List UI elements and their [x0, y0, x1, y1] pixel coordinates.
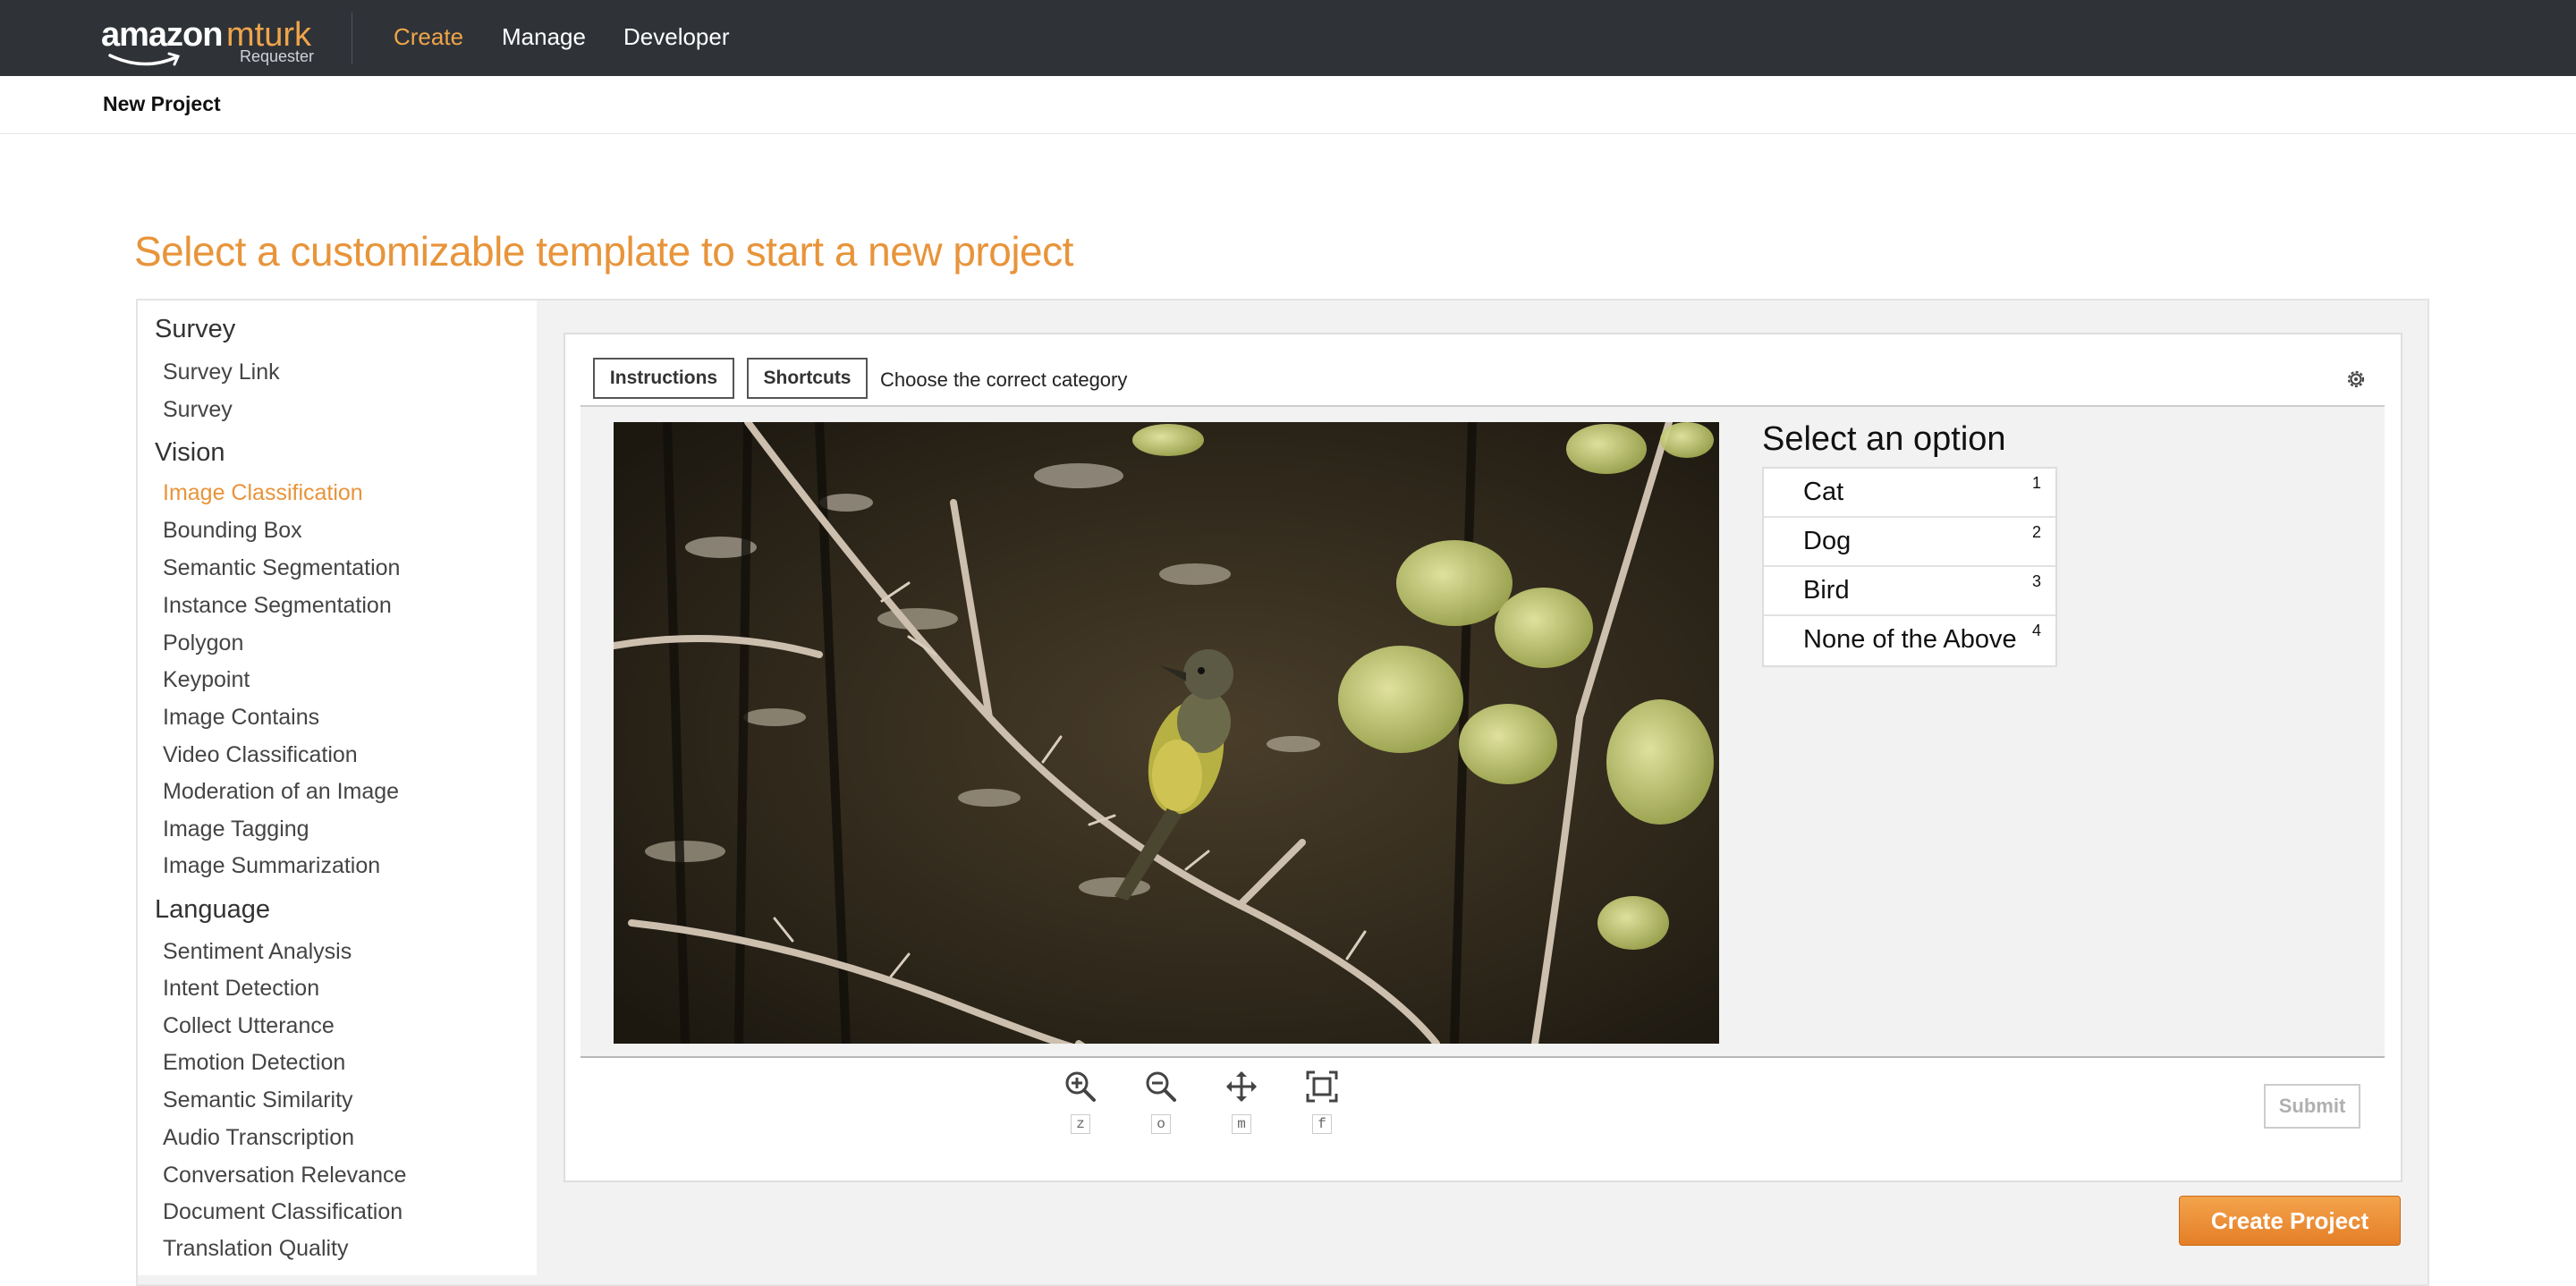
- nav-create[interactable]: Create: [394, 23, 463, 51]
- select-option-title: Select an option: [1762, 420, 2006, 458]
- template-keypoint[interactable]: Keypoint: [163, 667, 250, 693]
- page-title: Select a customizable template to start …: [134, 228, 1073, 275]
- template-translation-quality[interactable]: Translation Quality: [163, 1236, 349, 1262]
- workarea-divider: [580, 1056, 2385, 1058]
- zoom-in-shortcut: z: [1071, 1114, 1090, 1134]
- settings-gear-icon[interactable]: [2343, 367, 2368, 392]
- option-bird[interactable]: Bird 3: [1764, 567, 2055, 616]
- logo-amazon-text: amazon: [101, 16, 223, 54]
- bird-photo: [614, 422, 1719, 1044]
- option-cat[interactable]: Cat 1: [1764, 469, 2055, 518]
- sub-header: New Project: [0, 76, 2576, 134]
- logo-requester-text: Requester: [240, 47, 315, 65]
- template-conversation-relevance[interactable]: Conversation Relevance: [163, 1163, 406, 1189]
- template-survey-link[interactable]: Survey Link: [163, 360, 280, 385]
- template-sentiment-analysis[interactable]: Sentiment Analysis: [163, 939, 352, 965]
- option-list: Cat 1 Dog 2 Bird 3 None of the Above 4: [1762, 467, 2057, 667]
- category-vision: Vision: [155, 438, 225, 467]
- category-language: Language: [155, 895, 271, 924]
- amazon-smile-icon: [108, 52, 181, 66]
- instructions-button[interactable]: Instructions: [593, 358, 734, 399]
- template-moderation-of-an-image[interactable]: Moderation of an Image: [163, 779, 399, 805]
- submit-button[interactable]: Submit: [2264, 1084, 2360, 1129]
- zoom-in-icon[interactable]: [1063, 1069, 1098, 1104]
- option-label: None of the Above: [1803, 625, 2017, 654]
- top-navbar: amazon mturk Requester Create Manage Dev…: [0, 0, 2576, 76]
- option-dog[interactable]: Dog 2: [1764, 518, 2055, 567]
- template-image-tagging[interactable]: Image Tagging: [163, 816, 309, 842]
- nav-manage[interactable]: Manage: [502, 23, 586, 51]
- task-image[interactable]: [614, 422, 1719, 1044]
- category-survey: Survey: [155, 315, 236, 343]
- create-project-button[interactable]: Create Project: [2179, 1196, 2401, 1246]
- mturk-logo[interactable]: amazon mturk Requester: [101, 14, 316, 68]
- option-shortcut-key: 2: [2031, 523, 2041, 541]
- template-survey[interactable]: Survey: [163, 397, 233, 423]
- template-image-classification[interactable]: Image Classification: [163, 480, 363, 506]
- template-document-classification[interactable]: Document Classification: [163, 1199, 402, 1225]
- template-collect-utterance[interactable]: Collect Utterance: [163, 1013, 335, 1039]
- template-audio-transcription[interactable]: Audio Transcription: [163, 1125, 354, 1151]
- nav-developer[interactable]: Developer: [623, 23, 730, 51]
- move-shortcut: m: [1232, 1114, 1251, 1134]
- move-icon[interactable]: [1224, 1069, 1259, 1104]
- template-semantic-similarity[interactable]: Semantic Similarity: [163, 1087, 353, 1113]
- option-label: Cat: [1803, 478, 1844, 506]
- option-shortcut-key: 1: [2031, 474, 2041, 492]
- zoom-out-shortcut: o: [1151, 1114, 1171, 1134]
- option-label: Bird: [1803, 576, 1850, 605]
- shortcuts-button[interactable]: Shortcuts: [747, 358, 868, 399]
- fit-screen-icon[interactable]: [1304, 1069, 1340, 1104]
- template-polygon[interactable]: Polygon: [163, 630, 243, 656]
- zoom-out-icon[interactable]: [1143, 1069, 1179, 1104]
- option-label: Dog: [1803, 527, 1852, 555]
- template-intent-detection[interactable]: Intent Detection: [163, 976, 319, 1002]
- template-emotion-detection[interactable]: Emotion Detection: [163, 1050, 345, 1076]
- option-shortcut-key: 3: [2031, 572, 2041, 590]
- template-image-contains[interactable]: Image Contains: [163, 705, 319, 731]
- option-shortcut-key: 4: [2031, 622, 2041, 639]
- template-semantic-segmentation[interactable]: Semantic Segmentation: [163, 555, 400, 581]
- template-instance-segmentation[interactable]: Instance Segmentation: [163, 593, 392, 619]
- task-instruction-text: Choose the correct category: [880, 368, 1128, 391]
- template-bounding-box[interactable]: Bounding Box: [163, 518, 302, 544]
- option-none-of-the-above[interactable]: None of the Above 4: [1764, 616, 2055, 665]
- breadcrumb-new-project: New Project: [103, 92, 221, 115]
- template-video-classification[interactable]: Video Classification: [163, 742, 358, 768]
- fit-screen-shortcut: f: [1312, 1114, 1332, 1134]
- template-image-summarization[interactable]: Image Summarization: [163, 853, 380, 879]
